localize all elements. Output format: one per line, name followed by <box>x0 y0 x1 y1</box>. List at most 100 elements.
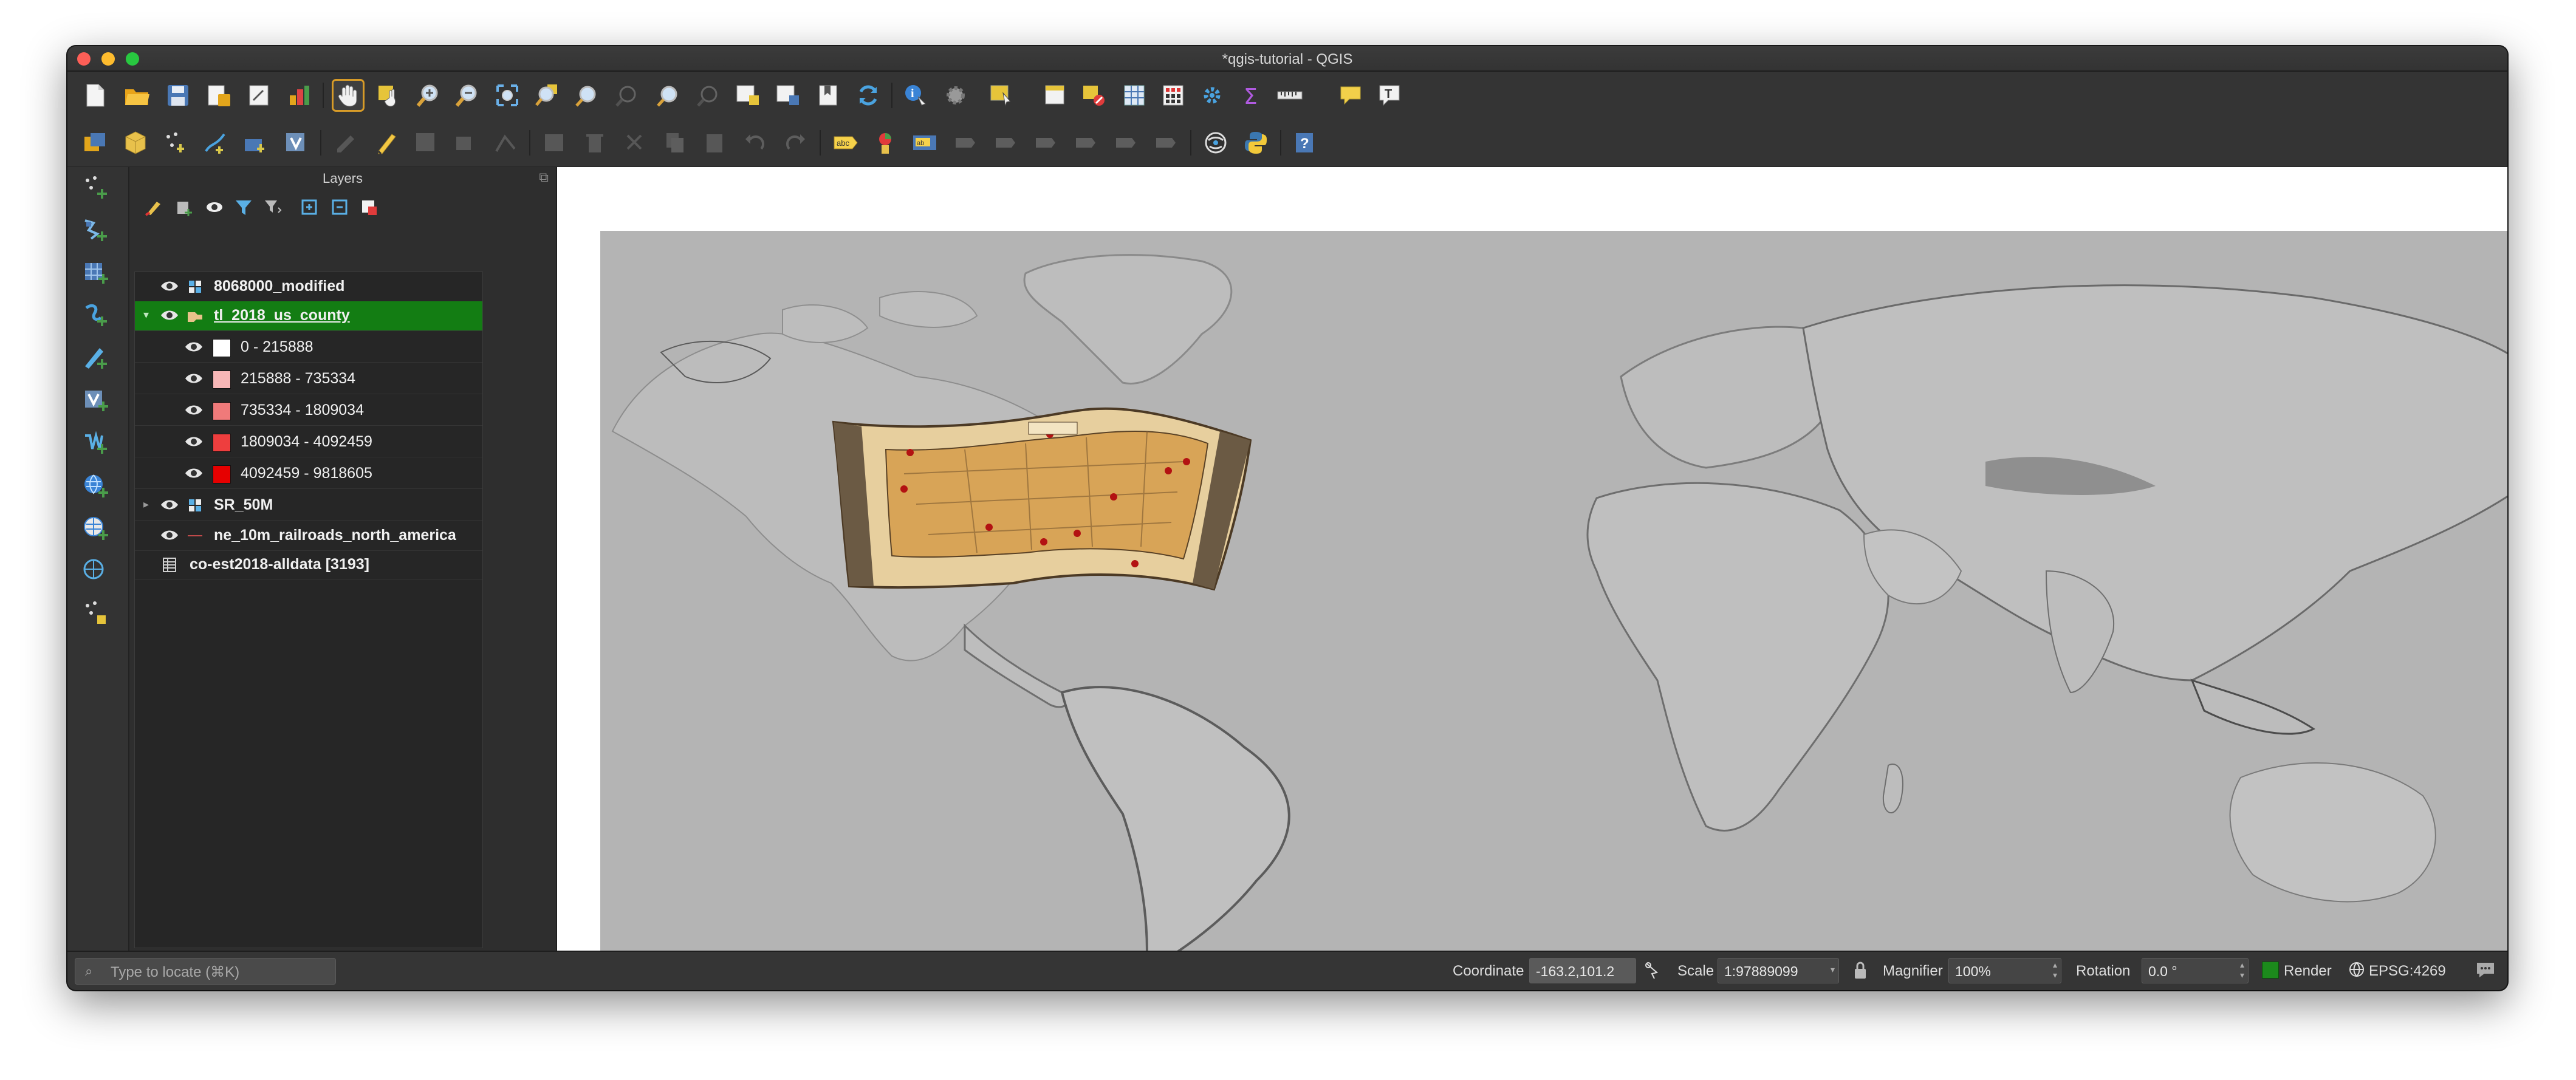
collapse-all-icon[interactable] <box>327 195 352 219</box>
layer-row-sr-50m[interactable]: ▸ SR_50M <box>135 491 482 521</box>
manage-visibility-icon[interactable] <box>202 195 227 219</box>
toggle-extents-icon[interactable] <box>1643 960 1662 984</box>
locator-search-input[interactable]: ⌕ Type to locate (⌘K) <box>75 958 336 985</box>
show-hide-labels-icon[interactable] <box>950 127 981 159</box>
new-geopackage-icon[interactable] <box>120 127 151 159</box>
current-edits-icon[interactable] <box>330 127 361 159</box>
zoom-to-selection-icon[interactable] <box>532 80 563 111</box>
remove-layer-icon[interactable] <box>357 195 381 219</box>
add-delimited-text-icon[interactable] <box>77 171 115 205</box>
style-layer-icon[interactable] <box>142 195 166 219</box>
print-layout-icon[interactable] <box>244 80 275 111</box>
zoom-last-icon[interactable] <box>652 80 683 111</box>
add-vector-layer-icon[interactable] <box>77 213 115 247</box>
legend-class-row[interactable]: 215888 - 735334 <box>135 364 482 394</box>
run-action-icon[interactable] <box>940 80 971 111</box>
refresh-icon[interactable] <box>852 80 884 111</box>
copy-features-icon[interactable] <box>659 127 691 159</box>
layer-row-co-est2018[interactable]: co-est2018-alldata [3193] <box>135 550 482 580</box>
identify-features-icon[interactable]: i <box>900 80 931 111</box>
add-feature-icon[interactable] <box>450 127 482 159</box>
new-map-view-icon[interactable] <box>732 80 764 111</box>
vertex-tool-icon[interactable] <box>490 127 522 159</box>
add-virtual-layer-icon[interactable] <box>77 383 115 417</box>
save-edits-icon[interactable] <box>410 127 442 159</box>
add-group-icon[interactable] <box>172 195 196 219</box>
label-toolbar-icon[interactable]: abc <box>829 127 861 159</box>
text-annotation-icon[interactable]: T <box>1374 80 1405 111</box>
style-manager-icon[interactable] <box>284 80 315 111</box>
layer-row-tl-2018-us-county[interactable]: ▾ tl_2018_us_county <box>135 301 482 331</box>
expand-arrow-icon[interactable]: ▾ <box>143 309 149 321</box>
add-point-layer-icon[interactable] <box>77 596 115 630</box>
rotation-spinbox[interactable]: 0.0 ° ▴ ▾ <box>2142 958 2249 983</box>
pin-labels-icon[interactable]: ab <box>909 127 941 159</box>
filter-legend-icon[interactable] <box>231 195 256 219</box>
delete-selected-icon[interactable] <box>579 127 611 159</box>
digitize-polygon-icon[interactable] <box>240 127 272 159</box>
python-console-icon[interactable] <box>1240 127 1272 159</box>
eye-icon[interactable] <box>185 340 203 354</box>
field-calculator-icon[interactable] <box>1157 80 1189 111</box>
spin-arrows-icon[interactable]: ▴ ▾ <box>2240 960 2244 980</box>
deselect-features-icon[interactable] <box>1078 80 1110 111</box>
add-spatialite-layer-icon[interactable] <box>77 298 115 332</box>
digitize-point-icon[interactable] <box>160 127 191 159</box>
eye-icon[interactable] <box>160 528 179 542</box>
pan-to-selection-icon[interactable] <box>372 80 404 111</box>
eye-icon[interactable] <box>160 309 179 322</box>
add-xyz-layer-icon[interactable] <box>77 553 115 587</box>
measure-line-icon[interactable] <box>1274 80 1306 111</box>
data-source-manager-icon[interactable] <box>80 127 111 159</box>
save-project-icon[interactable] <box>162 80 194 111</box>
coordinate-field[interactable]: -163.2,101.2 <box>1529 958 1636 983</box>
diagram-options-icon[interactable] <box>869 127 901 159</box>
legend-class-row[interactable]: 4092459 - 9818605 <box>135 459 482 489</box>
spin-arrows-icon[interactable]: ▴ ▾ <box>2053 960 2057 980</box>
processing-toolbox-icon[interactable] <box>1196 80 1228 111</box>
eye-icon[interactable] <box>185 435 203 448</box>
eye-icon[interactable] <box>160 279 179 293</box>
map-canvas[interactable] <box>557 167 2507 952</box>
redo-icon[interactable] <box>779 127 811 159</box>
layer-row-railroads[interactable]: ne_10m_railroads_north_america <box>135 521 482 551</box>
crs-label[interactable]: EPSG:4269 <box>2369 963 2446 980</box>
open-attribute-table-tool-icon[interactable] <box>1040 80 1071 111</box>
eye-icon[interactable] <box>185 467 203 480</box>
cut-features-icon[interactable] <box>619 127 651 159</box>
eye-icon[interactable] <box>185 372 203 385</box>
scale-combobox[interactable]: 1:97889099 ▾ <box>1718 958 1839 983</box>
select-features-icon[interactable] <box>986 80 1018 111</box>
open-project-icon[interactable] <box>121 80 152 111</box>
legend-class-row[interactable]: 735334 - 1809034 <box>135 396 482 426</box>
legend-class-row[interactable]: 0 - 215888 <box>135 333 482 363</box>
add-wms-layer-icon[interactable] <box>77 426 115 460</box>
new-bookmark-icon[interactable] <box>812 80 844 111</box>
add-wcs-layer-icon[interactable] <box>77 511 115 545</box>
add-postgis-layer-icon[interactable] <box>77 341 115 375</box>
virtual-layer-icon[interactable] <box>280 127 312 159</box>
layer-row-8068000-modified[interactable]: 8068000_modified <box>135 272 482 302</box>
help-contents-icon[interactable]: ? <box>1289 127 1320 159</box>
zoom-in-icon[interactable] <box>413 80 444 111</box>
expand-all-icon[interactable] <box>297 195 321 219</box>
world-relief-map[interactable] <box>600 231 2507 952</box>
paste-features-icon[interactable] <box>699 127 731 159</box>
add-raster-layer-icon[interactable] <box>77 256 115 290</box>
messages-icon[interactable] <box>2476 960 2495 983</box>
eye-icon[interactable] <box>185 403 203 417</box>
move-label-icon[interactable] <box>990 127 1021 159</box>
zoom-out-icon[interactable] <box>451 80 483 111</box>
save-as-icon[interactable] <box>204 80 235 111</box>
label-settings-icon[interactable] <box>1150 127 1182 159</box>
expand-arrow-icon[interactable]: ▸ <box>143 498 149 511</box>
eye-icon[interactable] <box>160 498 179 511</box>
undo-icon[interactable] <box>739 127 771 159</box>
pan-map-icon[interactable] <box>332 79 365 112</box>
render-checkbox[interactable] <box>2262 962 2279 979</box>
map-tips-icon[interactable] <box>1335 80 1366 111</box>
lock-scale-icon[interactable] <box>1852 960 1868 984</box>
attribute-table-icon[interactable] <box>1118 80 1150 111</box>
zoom-next-icon[interactable] <box>692 80 724 111</box>
zoom-full-icon[interactable] <box>492 80 523 111</box>
